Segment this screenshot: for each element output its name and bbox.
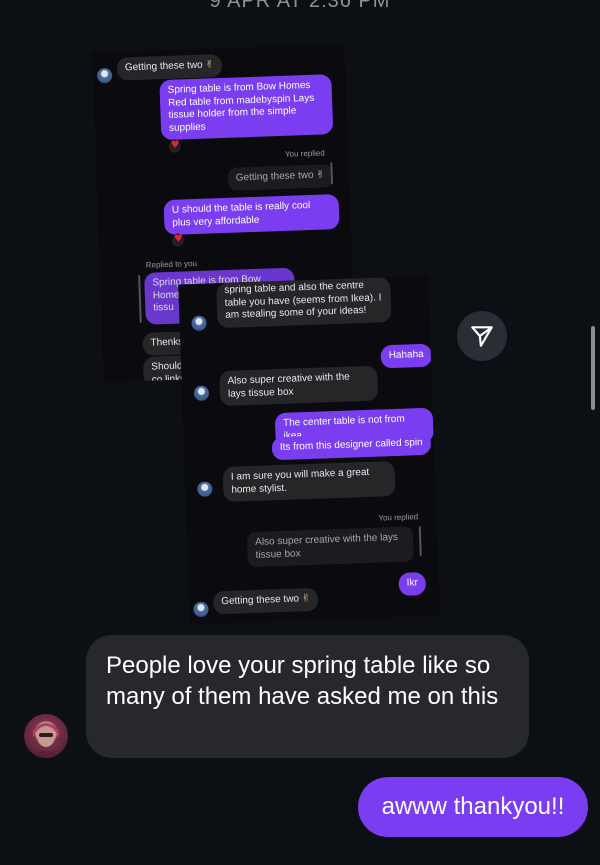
message-text: Getting these two — [124, 59, 203, 74]
quoted-message: Also super creative with the lays tissue… — [246, 526, 414, 568]
heart-reaction-icon — [167, 139, 182, 154]
message-bubble: Its from this designer called spin — [271, 431, 432, 460]
message-bubble-outgoing[interactable]: awww thankyou!! — [358, 777, 588, 837]
replied-to-you-label: Replied to you — [145, 258, 198, 270]
paper-plane-icon — [471, 326, 493, 347]
victory-hand-emoji: ✌ — [316, 169, 325, 181]
avatar — [191, 315, 207, 332]
message-bubble: Getting these two ✌ — [116, 53, 223, 81]
avatar — [96, 67, 113, 84]
victory-hand-emoji: ✌ — [301, 593, 311, 605]
victory-hand-emoji: ✌ — [205, 59, 215, 71]
message-text: Getting these two — [221, 593, 300, 608]
you-replied-label: You replied — [378, 512, 419, 523]
message-timestamp: 9 APR AT 2:36 PM — [209, 0, 391, 12]
share-button[interactable] — [457, 311, 507, 361]
you-replied-label: You replied — [284, 148, 325, 159]
avatar — [193, 385, 210, 401]
message-bubble: spring table and also the centre table y… — [216, 277, 392, 328]
message-bubble: Also super creative with the lays tissue… — [219, 365, 379, 407]
avatar[interactable] — [24, 714, 68, 758]
message-bubble: Spring table is from Bow Homes Red table… — [159, 74, 334, 141]
message-bubble: Ikr — [398, 572, 427, 596]
message-bubble: Hahaha — [380, 343, 433, 368]
message-bubble: U should the table is really cool plus v… — [163, 193, 340, 236]
avatar — [197, 481, 213, 497]
message-bubble: I am sure you will make a great home sty… — [222, 461, 396, 503]
quoted-message: Getting these two ✌ — [227, 164, 334, 191]
quoted-text: Getting these two — [235, 169, 314, 184]
shared-screenshot-2[interactable]: spring table and also the centre table y… — [178, 275, 440, 625]
heart-reaction-icon — [170, 233, 186, 248]
quote-bar — [138, 274, 142, 324]
scrollbar[interactable] — [591, 326, 595, 410]
message-bubble-incoming[interactable]: People love your spring table like so ma… — [86, 635, 529, 758]
message-bubble: Getting these two ✌ — [212, 587, 319, 614]
profile-photo-icon — [30, 723, 62, 758]
quote-bar — [418, 526, 422, 557]
avatar — [193, 601, 209, 618]
quote-bar — [330, 162, 334, 185]
